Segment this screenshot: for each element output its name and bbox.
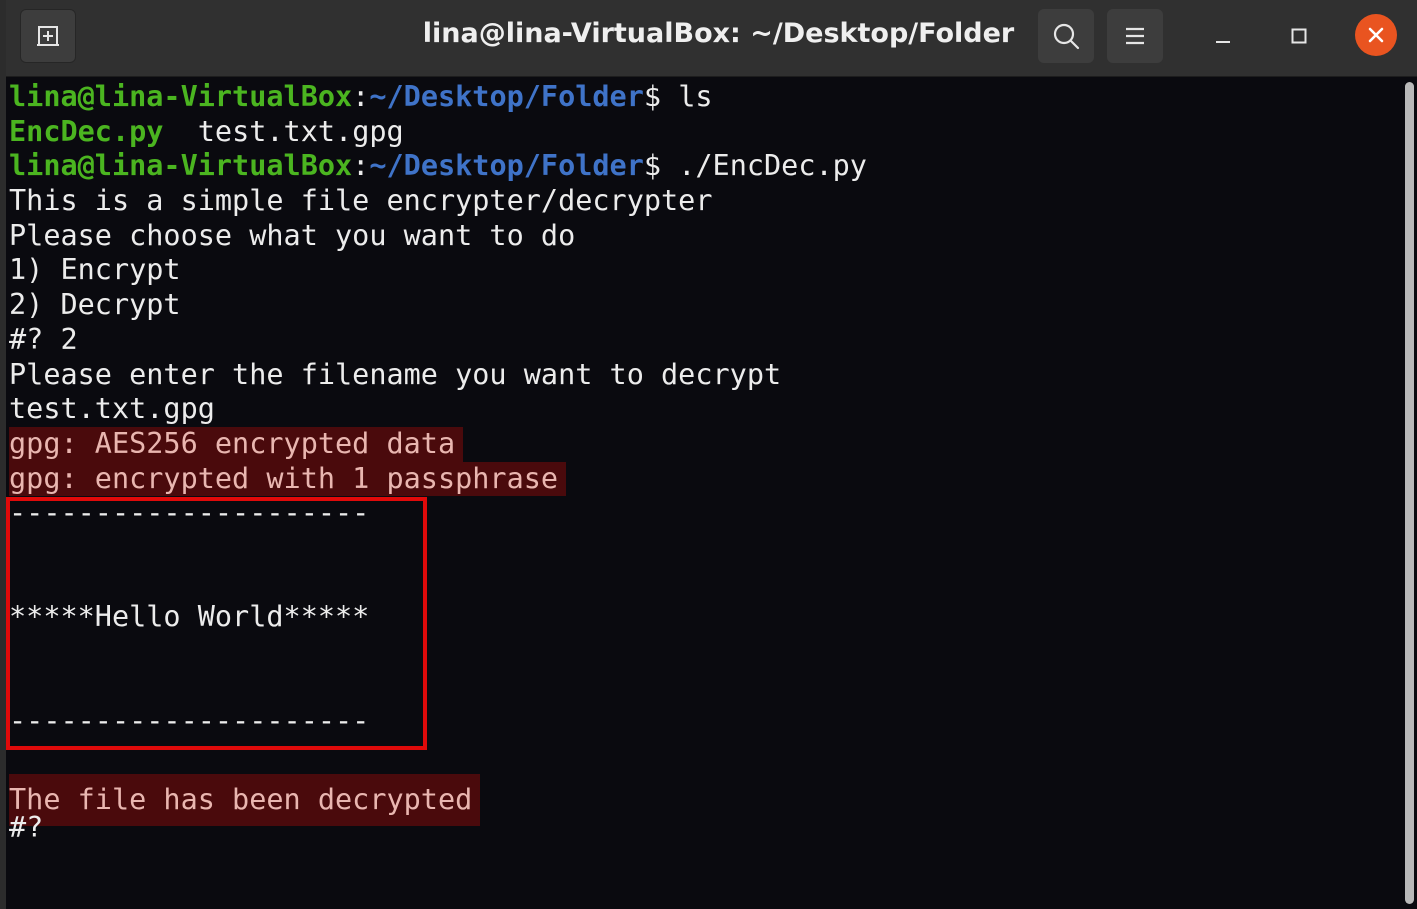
command-text: ./EncDec.py (661, 149, 867, 183)
search-icon (1053, 23, 1080, 50)
prompt-line-run: lina@lina-VirtualBox:~/Desktop/Folder$ .… (9, 149, 1401, 184)
search-button[interactable] (1038, 9, 1094, 63)
prompt-line-ls: lina@lina-VirtualBox:~/Desktop/Folder$ l… (9, 80, 1401, 115)
output-line: Please choose what you want to do (9, 218, 576, 252)
prompt-separator: : (352, 80, 370, 113)
terminal-window: lina@lina-VirtualBox: ~/Desktop/Folder l… (0, 0, 1417, 909)
prompt-path: ~/Desktop/Folder (369, 149, 644, 183)
menu-option-decrypt: 2) Decrypt (9, 288, 181, 322)
hamburger-menu-icon (1126, 27, 1144, 45)
close-button[interactable] (1355, 14, 1397, 56)
command-text: ls (661, 80, 713, 113)
scrollbar[interactable] (1405, 82, 1414, 904)
output-line: Please enter the filename you want to de… (9, 357, 782, 391)
filename-input: test.txt.gpg (9, 392, 215, 426)
title-bar: lina@lina-VirtualBox: ~/Desktop/Folder (6, 0, 1417, 77)
maximize-icon (1291, 28, 1307, 44)
select-prompt-input: #? 2 (9, 322, 78, 356)
menu-button[interactable] (1107, 9, 1163, 63)
annotation-highlight-box (6, 497, 427, 750)
file-test-gpg: test.txt.gpg (197, 114, 404, 148)
close-icon (1368, 27, 1384, 43)
prompt-dollar: $ (643, 149, 662, 183)
gpg-message: gpg: encrypted with 1 passphrase (9, 461, 567, 497)
gpg-message: gpg: AES256 encrypted data (9, 426, 464, 462)
prompt-separator: : (352, 149, 370, 183)
prompt-user: lina@lina-VirtualBox (9, 80, 353, 113)
file-encdec: EncDec.py (9, 114, 164, 148)
minimize-icon (1216, 41, 1230, 43)
menu-option-encrypt: 1) Encrypt (9, 253, 181, 287)
maximize-button[interactable] (1277, 14, 1321, 58)
prompt-dollar: $ (643, 80, 662, 113)
prompt-path: ~/Desktop/Folder (369, 80, 644, 113)
minimize-button[interactable] (1201, 14, 1245, 58)
result-message: The file has been decrypted (9, 773, 481, 826)
output-line: This is a simple file encrypter/decrypte… (9, 184, 713, 218)
terminal-output[interactable]: lina@lina-VirtualBox:~/Desktop/Folder$ l… (6, 77, 1401, 909)
prompt-user: lina@lina-VirtualBox (9, 149, 353, 183)
ls-output-line: EncDec.py test.txt.gpg (9, 115, 1401, 150)
